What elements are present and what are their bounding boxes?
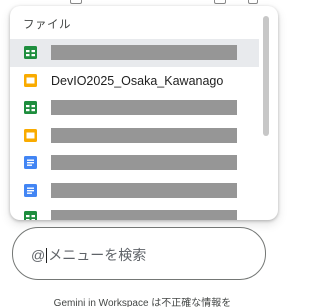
scrollbar-thumb[interactable] [263, 16, 269, 136]
file-item[interactable] [10, 122, 259, 150]
redacted-file-name [51, 100, 237, 115]
redacted-file-name [51, 45, 237, 60]
file-item[interactable] [10, 204, 259, 220]
docs-icon [24, 183, 37, 197]
sheets-icon [24, 101, 37, 114]
file-item[interactable] [10, 94, 259, 122]
menu-search-input[interactable]: @ メニューを検索 [12, 227, 266, 280]
toolbar-icon-partial [248, 0, 258, 4]
slides-icon [24, 73, 37, 87]
file-list: DevIO2025_Osaka_Kawanago [10, 39, 259, 220]
slides-icon [24, 128, 37, 142]
gemini-disclaimer: Gemini in Workspace は不正確な情報を [53, 298, 232, 307]
file-name: DevIO2025_Osaka_Kawanago [51, 73, 224, 88]
docs-icon [24, 156, 37, 169]
file-item[interactable] [10, 177, 259, 205]
file-item[interactable]: DevIO2025_Osaka_Kawanago [10, 67, 259, 95]
redacted-file-name [51, 127, 237, 143]
redacted-file-name [51, 182, 237, 198]
search-placeholder: メニューを検索 [48, 247, 147, 263]
file-item[interactable] [10, 149, 259, 177]
toolbar-icon-partial [214, 0, 226, 4]
file-item[interactable] [10, 39, 259, 67]
redacted-file-name [51, 210, 237, 220]
file-mention-menu: ファイル DevIO2025_Osaka_Kawanago [10, 6, 278, 220]
scrollbar[interactable] [261, 10, 273, 216]
section-header-files: ファイル [23, 19, 71, 31]
redacted-file-name [51, 155, 237, 170]
at-sign: @ [31, 247, 46, 263]
sheets-icon [24, 46, 37, 59]
search-input-text: @ メニューを検索 [31, 245, 146, 265]
toolbar-icon-partial [70, 0, 82, 4]
sheets-icon [24, 211, 37, 220]
